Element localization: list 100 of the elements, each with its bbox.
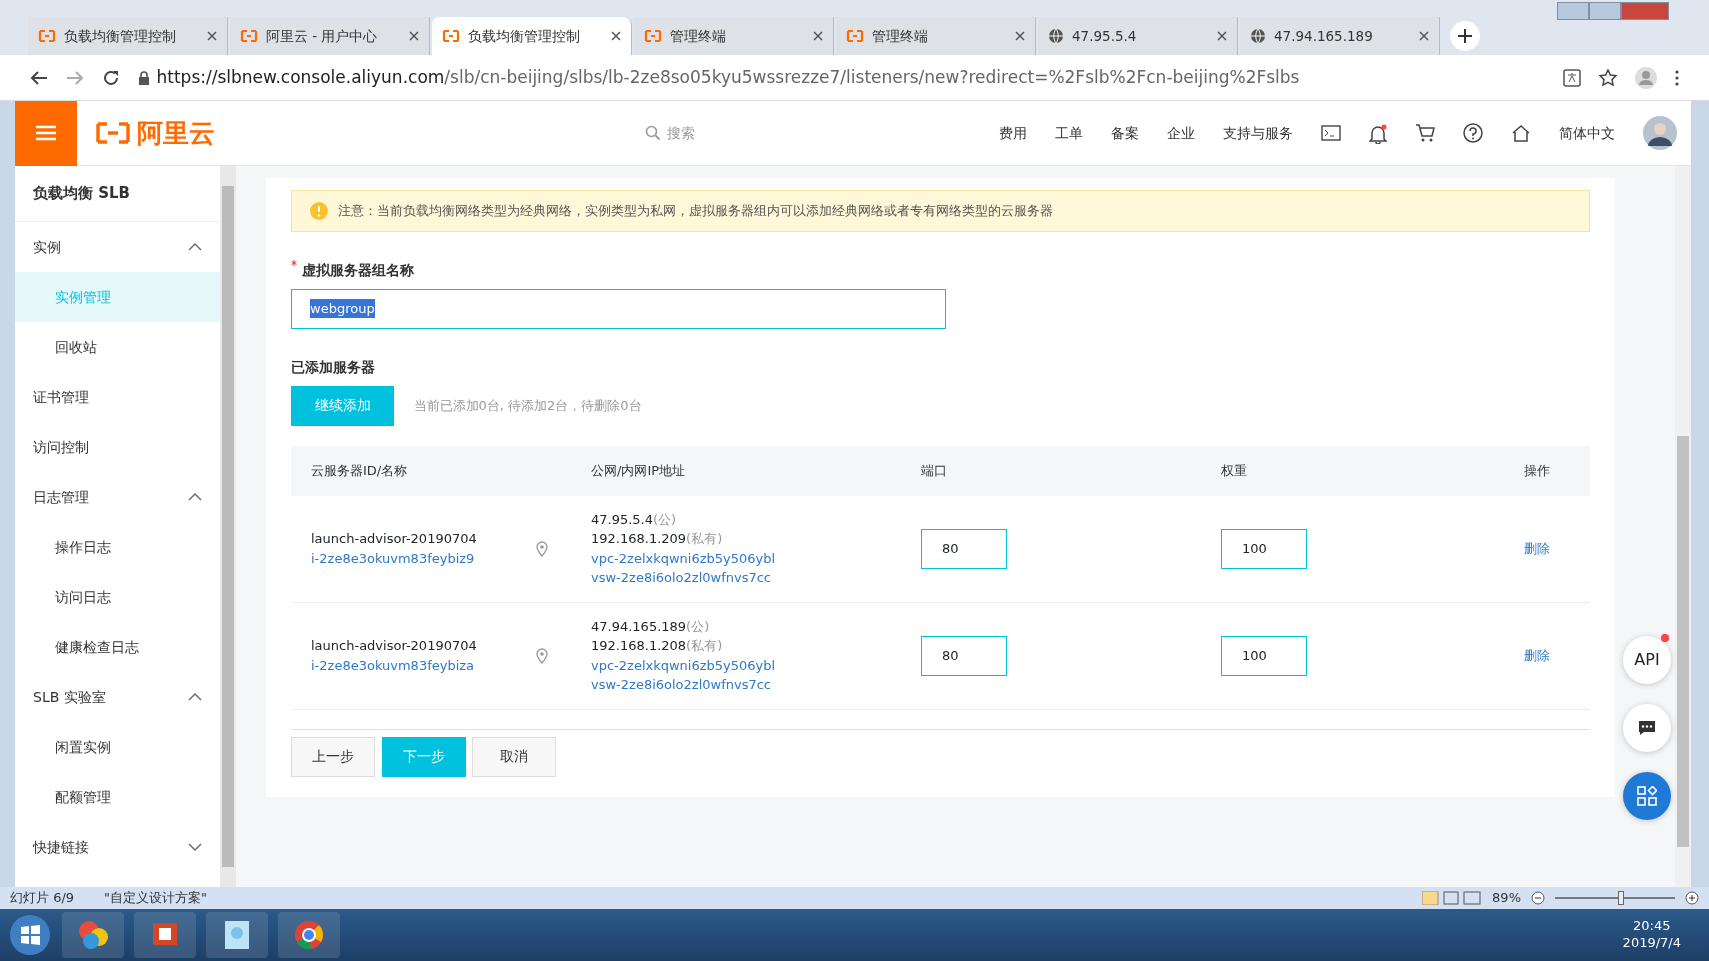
nav-link[interactable]: 企业 [1167,122,1195,144]
vpc-link[interactable]: vpc-2zelxkqwni6zb5y506ybl [591,655,921,675]
weight-field[interactable]: 100 [1221,528,1307,569]
step-button[interactable]: 上一步 [291,736,375,777]
browser-tab[interactable]: 负载均衡管理控制 [432,17,632,55]
column-header: 云服务器ID/名称 [310,461,409,480]
globe-icon [1250,28,1266,44]
avatar-icon[interactable] [1643,116,1677,150]
sidebar-item[interactable]: 配额管理 [15,772,220,822]
bell-icon[interactable] [1369,123,1387,144]
port-field[interactable]: 80 [921,635,1007,676]
group-name-field[interactable]: webgroup [291,288,946,329]
sidebar-item[interactable]: 日志管理 [15,472,220,522]
vswitch-link[interactable]: vsw-2ze8i6olo2zl0wfnvs7cc [591,568,921,588]
browser-tab[interactable]: 阿里云 - 用户中心 [230,17,430,55]
column-header: 操作 [1523,461,1551,480]
close-icon[interactable] [1015,31,1025,41]
browser-tab[interactable]: 管理终端 [836,17,1036,55]
sidebar-item[interactable]: 健康检查日志 [15,622,220,672]
nav-link[interactable]: 支持与服务 [1223,122,1293,144]
terminal-icon[interactable] [1321,125,1341,141]
clock-date: 2019/7/4 [1622,935,1681,952]
sidebar-item[interactable]: 访问日志 [15,572,220,622]
sidebar-item[interactable]: 访问控制 [15,422,220,472]
new-tab-button[interactable] [1450,21,1480,51]
delete-link[interactable]: 删除 [1524,540,1550,556]
weight-field[interactable]: 100 [1221,635,1307,676]
close-icon[interactable] [611,31,621,41]
clock-time: 20:45 [1632,918,1672,935]
section-heading: 已添加服务器 [291,357,376,377]
plus-icon [1458,29,1472,43]
public-ip: 47.94.165.189(公) [591,617,711,636]
sidebar-item[interactable]: 证书管理 [15,372,220,422]
location-pin-icon [536,541,548,558]
nav-link[interactable]: 费用 [999,122,1027,144]
chevron-down-icon[interactable] [188,843,202,851]
zoom-out-icon[interactable] [1531,891,1545,905]
back-icon[interactable] [30,69,48,86]
summary-text: 当前已添加0台, 待添加2台，待删除0台 [413,396,642,415]
column-header: 公网/内网IP地址 [591,461,687,480]
field-label: 虚拟服务器组名称 [302,261,414,278]
start-icon[interactable] [8,913,52,957]
port-field[interactable]: 80 [921,528,1007,569]
profile-icon[interactable] [1635,66,1657,89]
scrollbar-thumb[interactable] [222,186,234,867]
sidebar-item[interactable]: 快捷链接 [15,822,220,872]
menu-button[interactable] [15,100,77,166]
sidebar-item[interactable]: 闲置实例 [15,722,220,772]
vpc-link[interactable]: vpc-2zelxkqwni6zb5y506ybl [591,548,921,568]
language-link[interactable]: 简体中文 [1559,122,1615,144]
warning-icon [310,201,328,220]
reload-icon[interactable] [102,68,120,87]
brand-icon [846,28,864,44]
delete-link[interactable]: 删除 [1524,647,1550,663]
more-icon[interactable] [1675,69,1679,86]
close-icon[interactable] [207,31,217,41]
vswitch-link[interactable]: vsw-2ze8i6olo2zl0wfnvs7cc [591,675,921,695]
zoom-in-icon[interactable] [1685,891,1699,905]
close-icon[interactable] [813,31,823,41]
theme-name: "自定义设计方案" [104,889,208,908]
browser-tab[interactable]: 负载均衡管理控制 [28,17,228,55]
browser-tab[interactable]: 47.95.5.4 [1038,17,1238,55]
search-icon [645,125,661,141]
close-icon[interactable] [409,31,419,41]
apps-button[interactable] [1623,772,1671,820]
help-icon[interactable] [1463,123,1483,143]
logo-text: 阿里云 [137,116,215,150]
translate-icon[interactable] [1563,68,1581,87]
slide-counter: 幻灯片 6/9 [10,889,75,908]
cart-icon[interactable] [1415,124,1435,142]
instance-id-link[interactable]: i-2ze8e3okuvm83feybiz9 [311,548,536,568]
chevron-up-icon[interactable] [188,693,202,701]
apps-icon [1637,786,1657,806]
notice-text: 注意：当前负载均衡网络类型为经典网络，实例类型为私网，虚拟服务器组内可以添加经典网络或者专有网络类型的云服务器 [338,202,1053,220]
close-icon[interactable] [1419,31,1429,41]
server-name: launch-advisor-20190704 [311,530,478,548]
browser-tab[interactable]: 47.94.165.189 [1240,17,1440,55]
location-pin-icon [536,648,548,665]
step-button[interactable]: 取消 [472,736,556,777]
sidebar-item[interactable]: 实例 [15,222,220,272]
close-icon[interactable] [1217,31,1227,41]
chat-button[interactable] [1623,704,1671,752]
star-icon[interactable] [1599,68,1617,87]
instance-id-link[interactable]: i-2ze8e3okuvm83feybiza [311,655,536,675]
chevron-up-icon[interactable] [188,493,202,501]
scrollbar-thumb[interactable] [1677,436,1689,847]
brand-icon [38,28,56,44]
nav-link[interactable]: 备案 [1111,122,1139,144]
chevron-up-icon[interactable] [188,243,202,251]
public-ip: 47.95.5.4(公) [591,510,678,529]
brand-icon [644,28,662,44]
sidebar-item[interactable]: 操作日志 [15,522,220,572]
nav-link[interactable]: 工单 [1055,122,1083,144]
api-button[interactable]: API [1623,636,1671,684]
lock-icon [138,70,150,85]
browser-tab[interactable]: 管理终端 [634,17,834,55]
column-header: 权重 [1221,461,1248,480]
sidebar-item[interactable]: 回收站 [15,322,220,372]
home-icon[interactable] [1511,124,1531,142]
sidebar-item[interactable]: SLB 实验室 [15,672,220,722]
